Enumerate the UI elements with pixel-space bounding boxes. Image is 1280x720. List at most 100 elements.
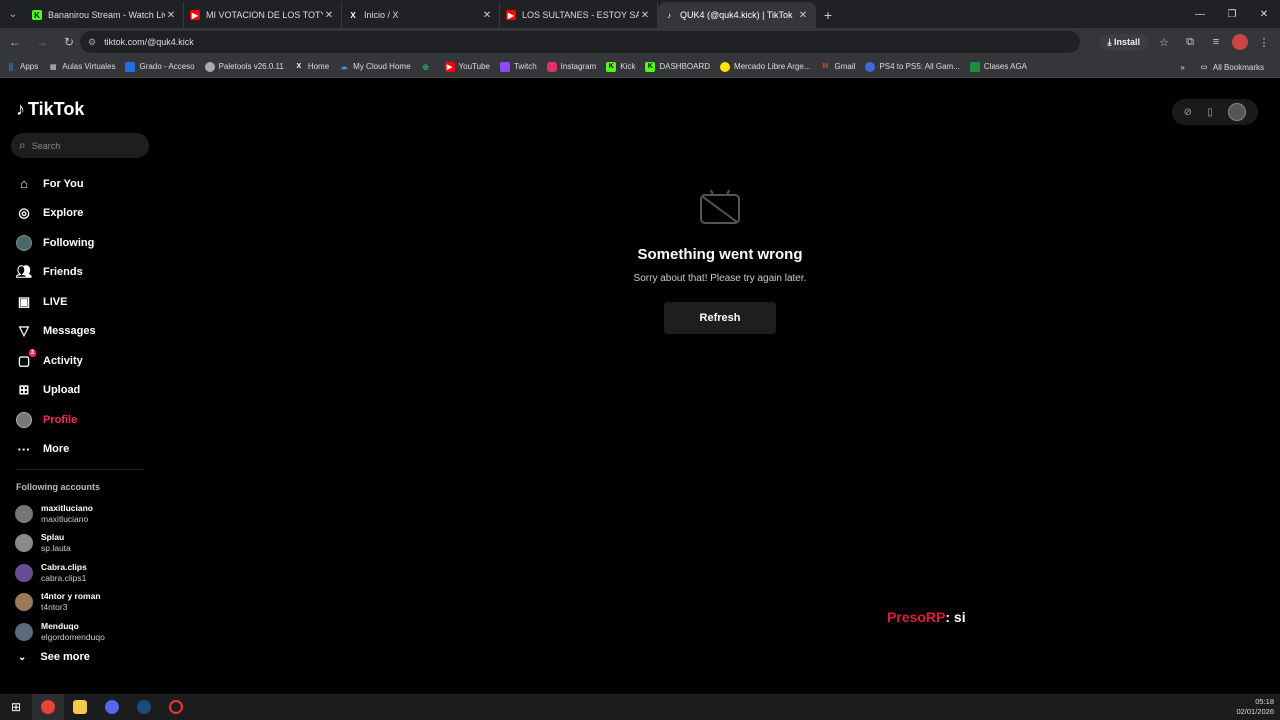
close-tab-icon[interactable]: ✕ — [639, 10, 651, 21]
close-tab-icon[interactable]: ✕ — [481, 10, 493, 21]
bookmark-mycloud[interactable]: ☁ My Cloud Home — [339, 62, 411, 72]
tab-search-icon[interactable]: ⌄ — [0, 0, 26, 28]
bookmark-grado[interactable]: Grado - Acceso — [125, 61, 195, 72]
bookmark-apps[interactable]: ⣿ Apps — [6, 62, 38, 72]
instagram-icon — [546, 61, 557, 72]
profile-avatar — [16, 411, 32, 428]
search-input[interactable] — [31, 140, 132, 151]
nav-upload[interactable]: ⊞ Upload — [16, 376, 146, 406]
device-icon[interactable]: ▯ — [1207, 107, 1213, 118]
messages-icon: ▽ — [19, 323, 29, 339]
reload-icon[interactable]: ↻ — [57, 30, 81, 54]
bookmark-kick[interactable]: K Kick — [606, 61, 636, 72]
account-avatar — [15, 622, 33, 641]
bookmark-ps4[interactable]: PS4 to PS5: All Gam... — [865, 61, 960, 72]
extensions-icon[interactable]: ⧉ — [1180, 32, 1200, 52]
nav-live[interactable]: ▣ LIVE — [16, 287, 146, 317]
system-clock[interactable]: 05:18 02/01/2026 — [1236, 697, 1274, 717]
bookmark-aulas[interactable]: ▦ Aulas Virtuales — [48, 62, 116, 72]
browser-tab-1[interactable]: K Bananirou Stream - Watch Live ✕ — [26, 2, 184, 28]
user-avatar[interactable] — [1228, 103, 1247, 121]
back-icon[interactable]: ← — [3, 30, 27, 54]
close-window-icon[interactable]: ✕ — [1248, 0, 1280, 28]
account-item[interactable]: maxitluciano maxitluciano — [15, 499, 155, 529]
nav-following[interactable]: Following — [16, 228, 146, 258]
activity-badge: 3 — [28, 348, 36, 357]
coins-icon[interactable]: ⊘ — [1184, 107, 1192, 118]
bookmark-label: Gmail — [834, 62, 856, 71]
nav-more[interactable]: ··· More — [16, 435, 146, 465]
nav-label: Messages — [43, 325, 96, 338]
paletools-icon — [204, 61, 215, 72]
media-controls-icon[interactable]: ≡ — [1206, 32, 1226, 52]
bookmark-clases[interactable]: Clases AGA — [969, 61, 1027, 72]
browser-tab-5-active[interactable]: ♪ QUK4 (@quk4.kick) | TikTok ✕ — [658, 2, 816, 28]
account-item[interactable]: Cabra.clips cabra.clips1 — [15, 558, 155, 588]
browser-tab-4[interactable]: ▶ LOS SULTANES - ESTOY SALIEN ✕ — [500, 2, 658, 28]
ps-icon — [865, 61, 876, 72]
taskbar-chrome[interactable] — [32, 694, 64, 720]
folder-icon — [73, 700, 87, 714]
refresh-button[interactable]: Refresh — [664, 302, 776, 334]
bookmark-label: My Cloud Home — [353, 62, 411, 71]
address-bar[interactable]: ⚙ tiktok.com/@quk4.kick — [80, 31, 1080, 53]
minimize-icon[interactable]: — — [1184, 0, 1216, 28]
tiktok-logo[interactable]: ♪ TikTok — [16, 99, 84, 120]
more-bookmarks-icon[interactable]: » — [1180, 63, 1184, 72]
account-handle: elgordomenduqo — [41, 631, 105, 642]
bookmark-label: Kick — [620, 62, 636, 71]
see-more-button[interactable]: ⌄ See more — [18, 651, 90, 663]
browser-tab-2[interactable]: ▶ MI VOTACION DE LOS TOTY (1( ✕ — [184, 2, 342, 28]
close-tab-icon[interactable]: ✕ — [797, 10, 809, 21]
search-box[interactable]: ⌕ — [11, 133, 149, 158]
all-bookmarks[interactable]: ▭ All Bookmarks — [1199, 62, 1264, 72]
bookmark-gmail[interactable]: M Gmail — [821, 62, 856, 72]
bookmark-whatsapp[interactable]: ◎ — [421, 62, 435, 72]
forward-icon[interactable]: → — [30, 30, 54, 54]
account-item[interactable]: Splau sp.lauta — [15, 529, 155, 559]
bookmark-dashboard[interactable]: K DASHBOARD — [645, 61, 710, 72]
bookmark-youtube[interactable]: ▶ YouTube — [444, 61, 490, 72]
nav-explore[interactable]: ◎ Explore — [16, 199, 146, 229]
menu-kebab-icon[interactable]: ⋮ — [1254, 32, 1274, 52]
close-tab-icon[interactable]: ✕ — [165, 10, 177, 21]
browser-tab-3[interactable]: X Inicio / X ✕ — [342, 2, 500, 28]
bookmark-home[interactable]: X Home — [294, 62, 329, 72]
nav-activity[interactable]: ▢ 3 Activity — [16, 346, 146, 376]
nav-profile[interactable]: Profile — [16, 405, 146, 435]
bookmark-instagram[interactable]: Instagram — [546, 61, 596, 72]
restore-icon[interactable]: ❐ — [1216, 0, 1248, 28]
bookmark-mercadolibre[interactable]: Mercado Libre Arge... — [720, 61, 811, 72]
taskbar-discord[interactable] — [96, 694, 128, 720]
bookmark-twitch[interactable]: Twitch — [499, 61, 537, 72]
close-tab-icon[interactable]: ✕ — [323, 10, 335, 21]
sidebar-divider — [16, 469, 144, 470]
account-item[interactable]: Menduqo elgordomenduqo — [15, 617, 155, 647]
install-label: Install — [1113, 36, 1140, 47]
app-icon — [169, 700, 183, 714]
account-handle: cabra.clips1 — [41, 572, 87, 583]
site-info-icon[interactable]: ⚙ — [88, 37, 96, 48]
nav-friends[interactable]: 👥︎ Friends — [16, 258, 146, 288]
install-app-button[interactable]: ⤓ Install — [1099, 33, 1148, 51]
classroom-icon — [969, 61, 980, 72]
compass-icon: ◎ — [18, 205, 30, 221]
bookmark-paletools[interactable]: Paletools v26.0.11 — [204, 61, 284, 72]
nav-for-you[interactable]: ⌂ For You — [16, 169, 146, 199]
account-name: t4ntor y roman — [41, 591, 101, 602]
taskbar-steam[interactable] — [128, 694, 160, 720]
profile-avatar[interactable] — [1232, 34, 1248, 50]
taskbar-app[interactable] — [160, 694, 192, 720]
sidebar-nav: ⌂ For You ◎ Explore Following 👥︎ Friends… — [16, 169, 146, 464]
kick-icon: K — [645, 61, 656, 72]
nav-label: For You — [43, 177, 84, 190]
nav-messages[interactable]: ▽ Messages — [16, 317, 146, 347]
new-tab-button[interactable]: + — [816, 2, 840, 28]
chrome-icon — [41, 700, 55, 714]
video-off-icon — [700, 189, 740, 224]
nav-label: Activity — [43, 354, 83, 367]
account-item[interactable]: t4ntor y roman t4ntor3 — [15, 588, 155, 618]
start-button[interactable]: ⊞ — [0, 694, 32, 720]
taskbar-explorer[interactable] — [64, 694, 96, 720]
bookmark-star-icon[interactable]: ☆ — [1154, 32, 1174, 52]
